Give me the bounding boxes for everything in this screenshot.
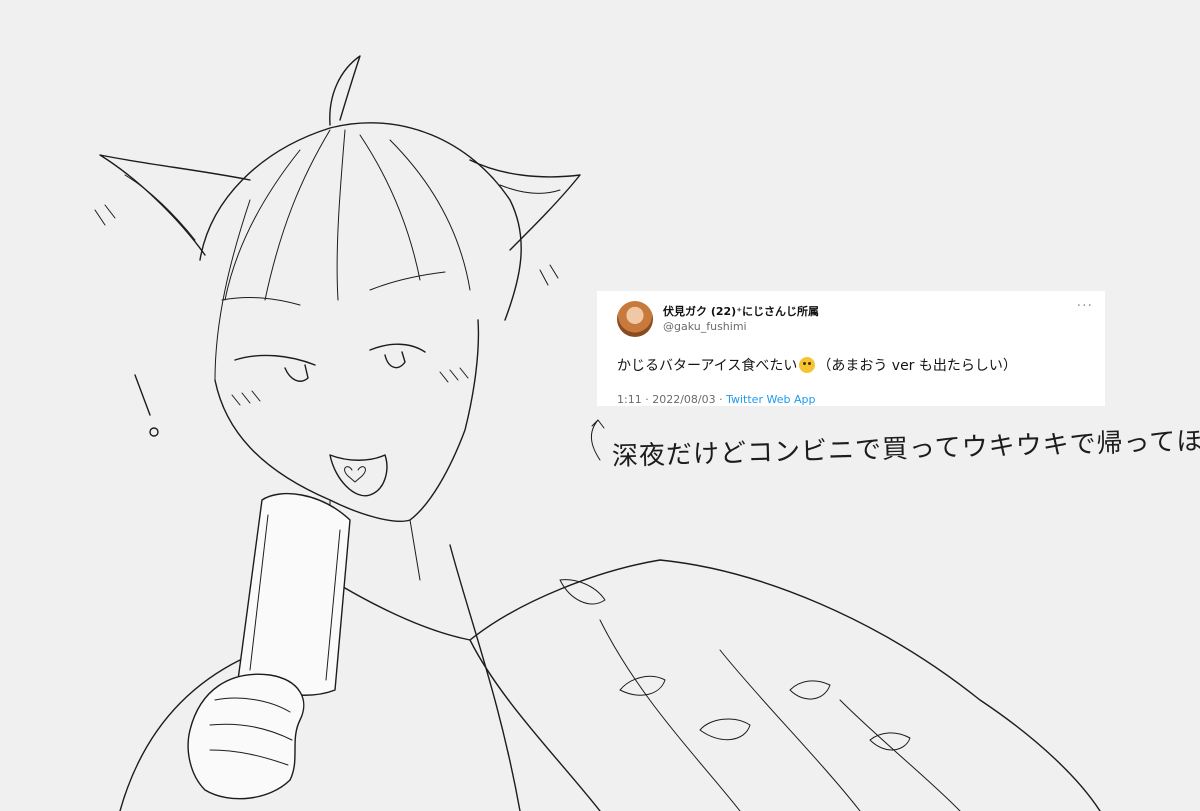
rolling-eyes-face-icon bbox=[799, 357, 816, 373]
tweet-text: かじるバターアイス食べたい （あまおう ver も出たらしい） bbox=[617, 355, 1089, 375]
tweet-card[interactable]: 伏見ガク (22)⁺にじさんじ所属 @gaku_fushimi ··· かじるバ… bbox=[597, 291, 1105, 406]
user-names: 伏見ガク (22)⁺にじさんじ所属 @gaku_fushimi bbox=[663, 304, 819, 334]
avatar[interactable] bbox=[617, 301, 653, 337]
tweet-header: 伏見ガク (22)⁺にじさんじ所属 @gaku_fushimi bbox=[617, 299, 1089, 339]
meta-separator-2: · bbox=[719, 393, 723, 406]
tweet-text-main: かじるバターアイス食べたい bbox=[617, 358, 798, 374]
tweet-meta: 1:11 · 2022/08/03 · Twitter Web App bbox=[617, 393, 1089, 406]
tweet-source[interactable]: Twitter Web App bbox=[726, 393, 815, 406]
display-name[interactable]: 伏見ガク (22)⁺にじさんじ所属 bbox=[663, 304, 819, 319]
tweet-date[interactable]: 2022/08/03 bbox=[652, 393, 715, 406]
user-handle[interactable]: @gaku_fushimi bbox=[663, 319, 819, 334]
tweet-text-aside: （あまおう ver も出たらしい） bbox=[817, 358, 1017, 374]
meta-separator: · bbox=[645, 393, 649, 406]
ellipsis-icon[interactable]: ··· bbox=[1077, 299, 1093, 313]
tweet-time[interactable]: 1:11 bbox=[617, 393, 642, 406]
